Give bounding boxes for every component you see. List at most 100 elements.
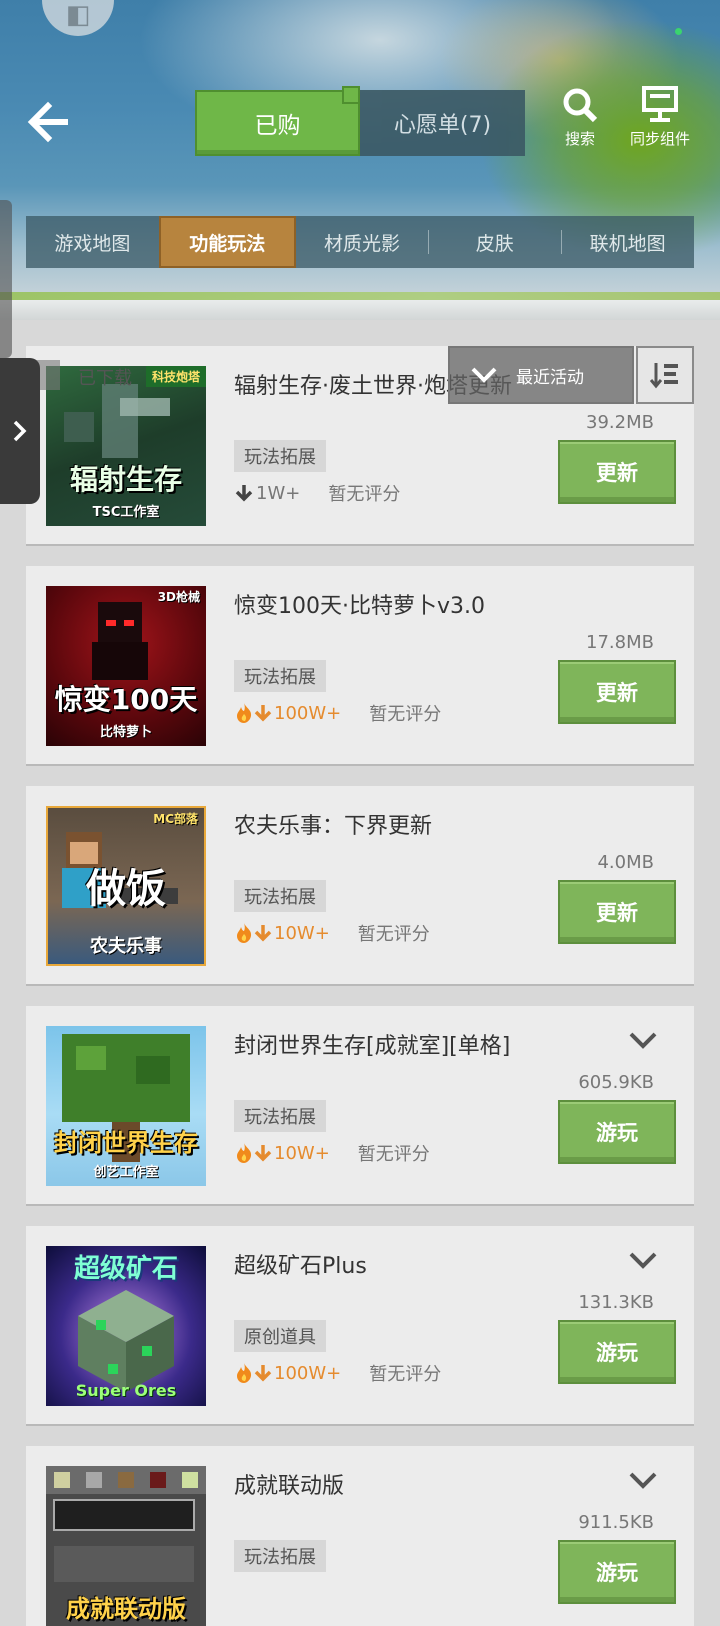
download-icon (254, 925, 272, 942)
thumbnail-studio: 农夫乐事 (90, 936, 162, 957)
rating-text: 暂无评分 (328, 484, 401, 505)
tab-multiplayer-maps[interactable]: 联机地图 (561, 216, 694, 268)
update-button[interactable]: 更新 (558, 880, 676, 944)
download-count: 100W+ (274, 702, 342, 724)
download-icon (254, 705, 272, 722)
item-title: 农夫乐事：下界更新 (234, 814, 433, 839)
thumbnail-badge: 3D枪械 (157, 590, 200, 604)
tab-textures-shaders[interactable]: 材质光影 (296, 216, 429, 268)
item-stats: 10W+ 暂无评分 (234, 918, 430, 948)
expand-chevron-icon[interactable] (628, 1470, 658, 1490)
update-button[interactable]: 更新 (558, 440, 676, 504)
category-tabs: 游戏地图 功能玩法 材质光影 皮肤 联机地图 (26, 216, 694, 268)
list-item[interactable]: 3D枪械 惊变100天 比特萝卜 惊变100天·比特萝卜v3.0 17.8MB … (26, 566, 694, 764)
side-drawer-handle[interactable] (0, 358, 40, 504)
tab-skins[interactable]: 皮肤 (428, 216, 561, 268)
list-item[interactable]: 超级矿石 Super Ores 超级矿石Plus 131.3KB 原创道具 10… (26, 1226, 694, 1424)
sync-button[interactable]: 同步组件 (620, 86, 700, 149)
thumbnail-studio: TSC工作室 (92, 505, 160, 520)
item-stats: 100W+ 暂无评分 (234, 698, 441, 728)
play-button[interactable]: 游玩 (558, 1540, 676, 1604)
update-button[interactable]: 更新 (558, 660, 676, 724)
item-thumbnail: 超级矿石 Super Ores (46, 1246, 206, 1406)
item-thumbnail: 科技炮塔 辐射生存 TSC工作室 (46, 366, 206, 526)
download-count: 10W+ (274, 1142, 330, 1164)
notification-dot (675, 28, 682, 35)
flame-icon (237, 703, 252, 723)
downloaded-filter[interactable]: 已下载 (26, 360, 246, 390)
item-tag: 玩法拓展 (234, 880, 326, 912)
item-tag: 玩法拓展 (234, 1100, 326, 1132)
search-icon (563, 88, 598, 123)
item-size: 4.0MB (597, 852, 654, 873)
item-stats: 1W+ 暂无评分 (234, 478, 400, 508)
flame-icon (237, 1143, 252, 1163)
item-title: 成就联动版 (234, 1474, 345, 1499)
item-thumbnail: 成就联动版 (46, 1466, 206, 1626)
flame-icon (237, 1363, 252, 1383)
search-button[interactable]: 搜索 (540, 86, 620, 149)
tab-gameplay[interactable]: 功能玩法 (158, 216, 296, 268)
item-title: 超级矿石Plus (234, 1254, 367, 1279)
download-icon (235, 485, 253, 502)
header-divider (0, 292, 720, 300)
sync-component-icon (642, 86, 678, 122)
item-title: 封闭世界生存[成就室][单格] (234, 1034, 511, 1059)
item-tag: 玩法拓展 (234, 1540, 326, 1572)
item-size: 17.8MB (586, 632, 654, 653)
item-size: 605.9KB (578, 1072, 654, 1093)
item-tag: 玩法拓展 (234, 440, 326, 472)
sort-dropdown[interactable]: 最近活动 (448, 346, 634, 404)
tab-game-maps[interactable]: 游戏地图 (26, 216, 159, 268)
download-count: 10W+ (274, 922, 330, 944)
thumbnail-studio: 创艺工作室 (93, 1165, 159, 1180)
back-arrow-icon (27, 101, 68, 143)
rating-text: 暂无评分 (369, 1364, 442, 1385)
thumbnail-title: 惊变100天 (54, 683, 198, 716)
item-size: 131.3KB (578, 1292, 654, 1313)
sync-label: 同步组件 (629, 130, 690, 148)
thumbnail-badge: MC部落 (153, 812, 198, 826)
downloaded-label: 已下载 (78, 368, 132, 389)
thumbnail-title: 辐射生存 (69, 463, 182, 496)
list-item[interactable]: 成就联动版 成就联动版 911.5KB 玩法拓展 游玩 (26, 1446, 694, 1626)
item-size: 911.5KB (578, 1512, 654, 1533)
thumbnail-studio: Super Ores (75, 1381, 177, 1400)
rating-text: 暂无评分 (369, 704, 442, 725)
download-icon (254, 1145, 272, 1162)
item-thumbnail: 封闭世界生存 创艺工作室 (46, 1026, 206, 1186)
sort-label: 最近活动 (516, 367, 584, 388)
play-button[interactable]: 游玩 (558, 1320, 676, 1384)
expand-chevron-icon[interactable] (628, 1250, 658, 1270)
thumbnail-title: 超级矿石 (73, 1254, 178, 1284)
item-tag: 玩法拓展 (234, 660, 326, 692)
expand-chevron-icon[interactable] (628, 1030, 658, 1050)
download-count: 1W+ (256, 482, 301, 504)
sort-order-icon (650, 363, 678, 389)
back-button[interactable] (24, 100, 72, 144)
rating-text: 暂无评分 (357, 924, 430, 945)
tab-wishlist[interactable]: 心愿单(7) (360, 90, 525, 156)
item-thumbnail: 3D枪械 惊变100天 比特萝卜 (46, 586, 206, 746)
item-tag: 原创道具 (234, 1320, 326, 1352)
play-button[interactable]: 游玩 (558, 1100, 676, 1164)
purchase-segment: 已购 心愿单(7) (195, 86, 525, 156)
download-count: 100W+ (274, 1362, 342, 1384)
list-item[interactable]: 封闭世界生存 创艺工作室 封闭世界生存[成就室][单格] 605.9KB 玩法拓… (26, 1006, 694, 1204)
tab-bought[interactable]: 已购 (195, 86, 360, 156)
thumbnail-studio: 比特萝卜 (99, 725, 152, 740)
sort-order-button[interactable] (636, 346, 694, 404)
item-size: 39.2MB (586, 412, 654, 433)
header-band (0, 300, 720, 320)
side-drawer-edge (0, 200, 12, 358)
rating-text: 暂无评分 (357, 1144, 430, 1165)
thumbnail-title: 做饭 (86, 866, 166, 912)
list-item[interactable]: MC部落 做饭 农夫乐事 农夫乐事：下界更新 4.0MB 玩法拓展 10W+ 暂… (26, 786, 694, 984)
chevron-down-icon (471, 367, 497, 383)
download-icon (254, 1365, 272, 1382)
thumbnail-title: 成就联动版 (66, 1595, 186, 1623)
item-thumbnail: MC部落 做饭 农夫乐事 (46, 806, 206, 966)
item-stats: 10W+ 暂无评分 (234, 1138, 430, 1168)
search-label: 搜索 (564, 130, 595, 148)
item-title: 惊变100天·比特萝卜v3.0 (234, 594, 485, 619)
